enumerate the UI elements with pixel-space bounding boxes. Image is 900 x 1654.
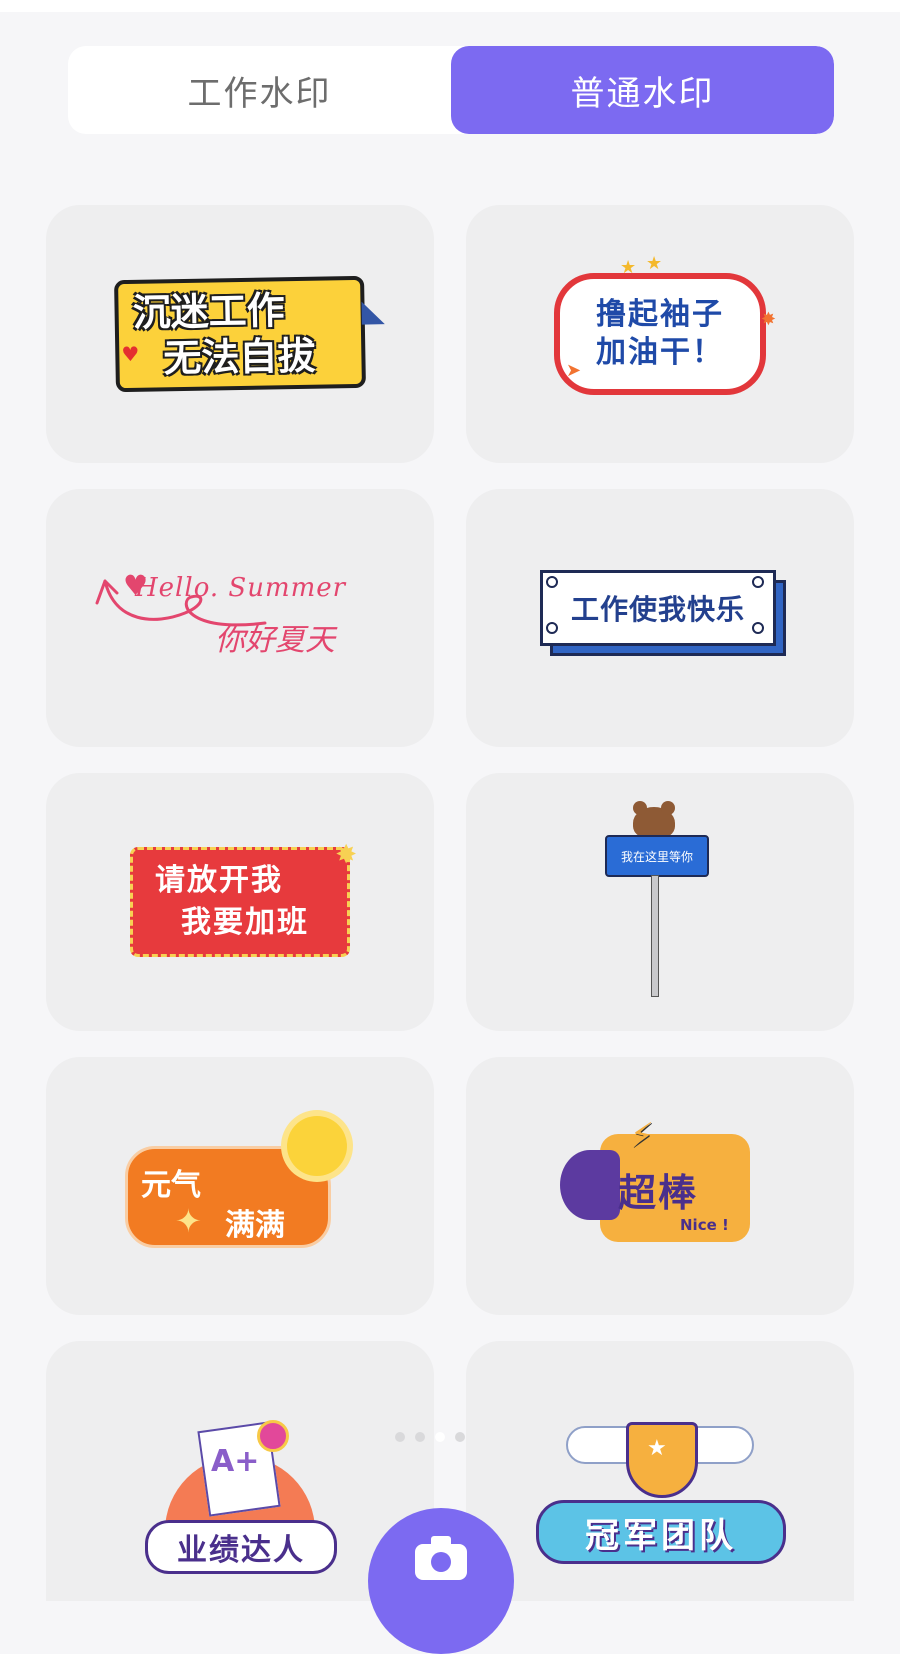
watermark-card-4[interactable]: 工作使我快乐 <box>466 489 854 747</box>
bolt-icon <box>546 622 558 634</box>
pager-dot[interactable] <box>395 1432 405 1442</box>
sticker-let-me-work-overtime: ✸ 请放开我 我要加班 <box>130 840 357 957</box>
sticker-text-line-1: Hello. Summer <box>135 573 347 603</box>
pager-dot[interactable] <box>415 1432 425 1442</box>
watermark-card-10[interactable]: ★ 冠军团队 <box>466 1341 854 1601</box>
star-icon: ★ <box>620 257 637 278</box>
pager-dots <box>395 1432 465 1442</box>
lightning-icon: ⚡ <box>630 1116 654 1156</box>
star-icon: ✦ <box>175 1202 202 1240</box>
watermark-grid: ♥ ◣ 沉迷工作 无法自拔 ★ ★ ✸ ➤ 撸起袖子 加油干！ ♥ Hello.… <box>46 205 854 1601</box>
rocket-icon: ➤ <box>566 360 582 381</box>
watermark-card-5[interactable]: ✸ 请放开我 我要加班 <box>46 773 434 1031</box>
watermark-card-7[interactable]: ✦ 元气 满满 <box>46 1057 434 1315</box>
watermark-card-1[interactable]: ♥ ◣ 沉迷工作 无法自拔 <box>46 205 434 463</box>
wing-icon <box>566 1426 630 1464</box>
pager-dot-active[interactable] <box>435 1432 445 1442</box>
burst-icon: ✸ <box>760 309 776 330</box>
sticker-waiting-for-you: 我在这里等你 <box>605 801 715 997</box>
status-bar-strip <box>0 0 900 12</box>
sticker-badge: 业绩达人 <box>145 1520 337 1574</box>
watermark-card-6[interactable]: 我在这里等你 <box>466 773 854 1031</box>
sticker-text-line-1: 超棒 <box>618 1171 699 1215</box>
star-icon: ★ <box>646 253 663 274</box>
sticker-text-line-1: 冠军团队 <box>585 1515 737 1556</box>
bolt-icon <box>546 576 558 588</box>
sticker-obsessed-with-work: ♥ ◣ 沉迷工作 无法自拔 <box>114 275 385 393</box>
sun-icon <box>287 1116 347 1176</box>
sticker-roll-up-sleeves: ★ ★ ✸ ➤ 撸起袖子 加油干！ <box>554 253 776 395</box>
camera-button[interactable] <box>368 1508 514 1654</box>
star-icon: ★ <box>647 1436 667 1461</box>
sticker-champion-team: ★ 冠军团队 <box>530 1416 790 1566</box>
megaphone-icon <box>560 1150 620 1220</box>
watermark-card-3[interactable]: ♥ Hello. Summer 你好夏天 <box>46 489 434 747</box>
bolt-icon <box>752 622 764 634</box>
sticker-text-line-1: 撸起袖子 <box>596 297 724 332</box>
sign-board: 工作使我快乐 <box>540 570 776 646</box>
sticker-text-line-2: 满满 <box>225 1208 285 1243</box>
pager-dot[interactable] <box>455 1432 465 1442</box>
bolt-icon <box>752 576 764 588</box>
sticker-badge: 冠军团队 <box>536 1500 786 1564</box>
triangle-icon: ◣ <box>361 293 385 329</box>
watermark-card-2[interactable]: ★ ★ ✸ ➤ 撸起袖子 加油干！ <box>466 205 854 463</box>
sticker-text-line-1: 元气 <box>141 1168 201 1203</box>
sticker-text-line-2: 加油干！ <box>596 335 724 370</box>
sticker-text-line-1: 我在这里等你 <box>620 849 693 864</box>
camera-icon <box>415 1536 467 1580</box>
tab-normal-watermark[interactable]: 普通水印 <box>451 46 834 134</box>
sticker-text-line-1: 请放开我 <box>155 863 283 898</box>
sticker-text-line-2: 无法自拔 <box>163 333 316 381</box>
medal-icon <box>257 1420 289 1452</box>
grade-text: A+ <box>211 1444 260 1479</box>
sign-board: 我在这里等你 <box>605 835 709 877</box>
watermark-tabs: 工作水印 普通水印 <box>68 46 834 134</box>
sticker-text-line-1: 工作使我快乐 <box>570 593 745 626</box>
sticker-performance-expert: A+ 业绩达人 <box>145 1416 337 1574</box>
burst-icon: ✸ <box>335 840 357 870</box>
sticker-hello-summer: ♥ Hello. Summer 你好夏天 <box>95 563 385 673</box>
sticker-awesome: ⚡ 超棒 Nice ! <box>560 1116 760 1256</box>
sticker-text-line-2: Nice ! <box>680 1216 729 1234</box>
sticker-text-line-2: 你好夏天 <box>215 623 335 658</box>
sticker-full-of-energy: ✦ 元气 满满 <box>125 1116 355 1256</box>
sticker-work-makes-me-happy: 工作使我快乐 <box>540 570 786 666</box>
sticker-text-line-1: 业绩达人 <box>177 1533 305 1568</box>
wing-icon <box>690 1426 754 1464</box>
sign-pole <box>651 875 659 997</box>
heart-icon: ♥ <box>121 341 140 367</box>
sticker-text-line-2: 我要加班 <box>181 905 309 940</box>
tab-work-watermark[interactable]: 工作水印 <box>68 46 451 134</box>
sticker-text-line-1: 沉迷工作 <box>132 288 285 335</box>
watermark-card-8[interactable]: ⚡ 超棒 Nice ! <box>466 1057 854 1315</box>
